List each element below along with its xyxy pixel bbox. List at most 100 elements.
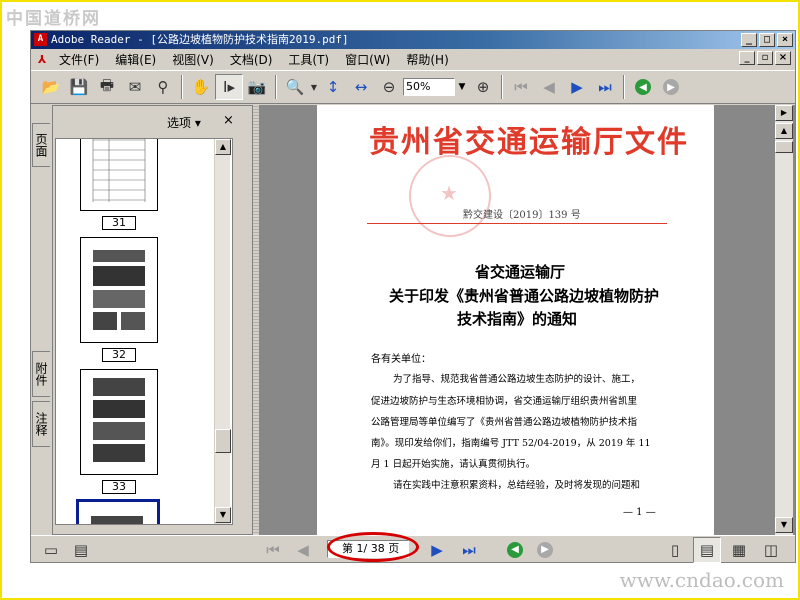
thumbnail-page-33[interactable] <box>80 369 158 475</box>
single-page-icon[interactable]: ▯ <box>661 537 689 563</box>
doc-scroll-down-arrow-icon[interactable]: ▼ <box>775 517 793 533</box>
continuous-page-icon[interactable]: ▤ <box>693 536 721 563</box>
window-title: Adobe Reader - [公路边坡植物防护技术指南2019.pdf] <box>51 33 349 46</box>
status-next-page-icon[interactable]: ▶ <box>423 537 451 563</box>
hand-tool-icon[interactable]: ✋ <box>187 74 215 100</box>
adobe-reader-window: A Adobe Reader - [公路边坡植物防护技术指南2019.pdf] … <box>30 30 796 563</box>
doc-minimize-button[interactable]: _ <box>739 51 755 65</box>
collapse-arrow-icon[interactable]: ▶ <box>775 105 793 121</box>
thumbnail-page-34-selected[interactable] <box>76 499 160 524</box>
last-page-icon[interactable]: ⏭ <box>591 74 619 100</box>
zoom-input[interactable]: 50% <box>403 78 455 96</box>
doc-scroll-thumb[interactable] <box>775 141 793 153</box>
watermark-bottom: www.cndao.com <box>619 568 784 592</box>
title-bar: A Adobe Reader - [公路边坡植物防护技术指南2019.pdf] … <box>31 31 795 49</box>
window-icon[interactable]: ▤ <box>67 537 95 563</box>
toolbar: 📂 💾 🖶 ✉ ⚲ ✋ I▸ 📷 🔍 ▼ ↕ ↔ ⊖ 50% ▼ ⊕ ⏮ ◀ ▶… <box>31 70 795 104</box>
tab-attachments[interactable]: 附件 <box>32 351 50 397</box>
print-icon[interactable]: 🖶 <box>93 74 121 100</box>
body-line-4: 南》。现印发给你们，指南编号 JTT 52/04-2019，从 2019 年 1… <box>371 438 651 449</box>
snapshot-tool-icon[interactable]: 📷 <box>243 74 271 100</box>
menu-tools[interactable]: 工具(T) <box>280 51 337 68</box>
pdf-page: 贵州省交通运输厅文件 ★ 黔交建设〔2019〕139 号 省交通运输厅 关于印发… <box>317 105 714 535</box>
email-icon[interactable]: ✉ <box>121 74 149 100</box>
status-forward-icon[interactable]: ▶ <box>531 537 559 563</box>
scroll-up-arrow-icon[interactable]: ▲ <box>215 139 231 155</box>
highlight-oval <box>327 532 419 562</box>
navigation-panel: 选项 ▾ × 31 32 33 ▲ ▼ <box>52 105 253 535</box>
continuous-facing-icon[interactable]: ◫ <box>757 537 785 563</box>
thumbnail-list: 31 32 33 ▲ ▼ <box>55 138 233 525</box>
document-scrollbar[interactable]: ▶ ▲ ▼ <box>775 105 793 535</box>
zoom-out-icon[interactable]: ⊖ <box>375 74 403 100</box>
body-line-6: 请在实践中注意积累资料，总结经验，及时将发现的问题和 <box>393 480 641 491</box>
salutation: 各有关单位： <box>371 354 431 365</box>
watermark-top: 中国道桥网 <box>6 9 101 29</box>
pdf-document-icon[interactable]: ⅄ <box>35 52 49 67</box>
document-header: 贵州省交通运输厅文件 <box>369 125 689 160</box>
screen-icon[interactable]: ▭ <box>37 537 65 563</box>
previous-page-icon[interactable]: ◀ <box>535 74 563 100</box>
next-page-icon[interactable]: ▶ <box>563 74 591 100</box>
doc-close-button[interactable]: × <box>775 51 791 65</box>
menu-document[interactable]: 文档(D) <box>222 51 281 68</box>
fit-width-icon[interactable]: ↔ <box>347 74 375 100</box>
save-icon[interactable]: 💾 <box>65 74 93 100</box>
tab-comments[interactable]: 注释 <box>32 401 50 447</box>
close-button[interactable]: × <box>777 33 793 47</box>
adobe-reader-icon: A <box>34 33 47 46</box>
fit-page-icon[interactable]: ↕ <box>319 74 347 100</box>
status-first-page-icon[interactable]: ⏮ <box>259 537 287 563</box>
facing-pages-icon[interactable]: ▦ <box>725 537 753 563</box>
menu-file[interactable]: 文件(F) <box>51 51 107 68</box>
search-binoculars-icon[interactable]: ⚲ <box>149 74 177 100</box>
select-text-tool-icon[interactable]: I▸ <box>215 74 243 100</box>
body-line-1: 为了指导、规范我省普通公路边坡生态防护的设计、施工， <box>393 374 641 385</box>
body-line-3: 公路管理局等单位编写了《贵州省普通公路边坡植物防护技术指 <box>371 417 638 428</box>
status-previous-page-icon[interactable]: ◀ <box>289 537 317 563</box>
status-last-page-icon[interactable]: ⏭ <box>455 537 483 563</box>
official-seal-icon: ★ <box>409 155 491 237</box>
thumbnail-scrollbar[interactable]: ▲ ▼ <box>214 139 231 524</box>
go-back-icon[interactable]: ◀ <box>629 74 657 100</box>
zoom-in-icon[interactable]: ⊕ <box>469 74 497 100</box>
scroll-thumb[interactable] <box>215 429 231 453</box>
title-line-2: 关于印发《贵州省普通公路边坡植物防护 <box>389 287 660 305</box>
body-line-2: 促进边坡防护与生态环境相协调，省交通运输厅组织贵州省凯里 <box>371 396 638 407</box>
page-label-31: 31 <box>102 216 136 230</box>
menu-window[interactable]: 窗口(W) <box>337 51 398 68</box>
page-label-33: 33 <box>102 480 136 494</box>
page-label-32: 32 <box>102 348 136 362</box>
menu-view[interactable]: 视图(V) <box>164 51 222 68</box>
thumbnail-page-32[interactable] <box>80 237 158 343</box>
doc-restore-button[interactable]: ▫ <box>757 51 773 65</box>
status-back-icon[interactable]: ◀ <box>501 537 529 563</box>
options-menu[interactable]: 选项 ▾ <box>167 114 201 131</box>
thumbnail-page-31[interactable] <box>80 139 158 211</box>
menu-bar: ⅄ 文件(F) 编辑(E) 视图(V) 文档(D) 工具(T) 窗口(W) 帮助… <box>31 49 795 69</box>
tab-pages[interactable]: 页面 <box>32 123 50 167</box>
zoom-level-dropdown-icon[interactable]: ▼ <box>455 78 469 96</box>
menu-help[interactable]: 帮助(H) <box>398 51 456 68</box>
open-folder-icon[interactable]: 📂 <box>37 74 65 100</box>
first-page-icon[interactable]: ⏮ <box>507 74 535 100</box>
page-footer: — 1 — <box>623 507 656 518</box>
menu-edit[interactable]: 编辑(E) <box>107 51 164 68</box>
minimize-button[interactable]: _ <box>741 33 757 47</box>
screenshot-frame: 中国道桥网 www.cndao.com A Adobe Reader - [公路… <box>0 0 800 600</box>
red-divider <box>367 223 667 224</box>
zoom-in-tool-icon[interactable]: 🔍 <box>281 74 309 100</box>
doc-number: 黔交建设〔2019〕139 号 <box>463 210 581 221</box>
doc-scroll-up-arrow-icon[interactable]: ▲ <box>775 123 793 139</box>
status-bar: ▭ ▤ ⏮ ◀ 第 1/ 38 页 ▶ ⏭ ◀ ▶ ▯ ▤ ▦ ◫ <box>31 532 795 563</box>
close-panel-icon[interactable]: × <box>223 113 234 128</box>
zoom-dropdown-icon[interactable]: ▼ <box>309 74 319 100</box>
title-line-1: 省交通运输厅 <box>475 263 566 281</box>
left-tabs: 页面 附件 注释 <box>31 105 51 535</box>
document-area: 贵州省交通运输厅文件 ★ 黔交建设〔2019〕139 号 省交通运输厅 关于印发… <box>259 105 795 535</box>
go-forward-icon[interactable]: ▶ <box>657 74 685 100</box>
scroll-down-arrow-icon[interactable]: ▼ <box>215 507 231 523</box>
body-line-5: 月 1 日起开始实施，请认真贯彻执行。 <box>371 459 536 470</box>
maximize-button[interactable]: □ <box>759 33 775 47</box>
title-line-3: 技术指南》的通知 <box>457 310 578 328</box>
